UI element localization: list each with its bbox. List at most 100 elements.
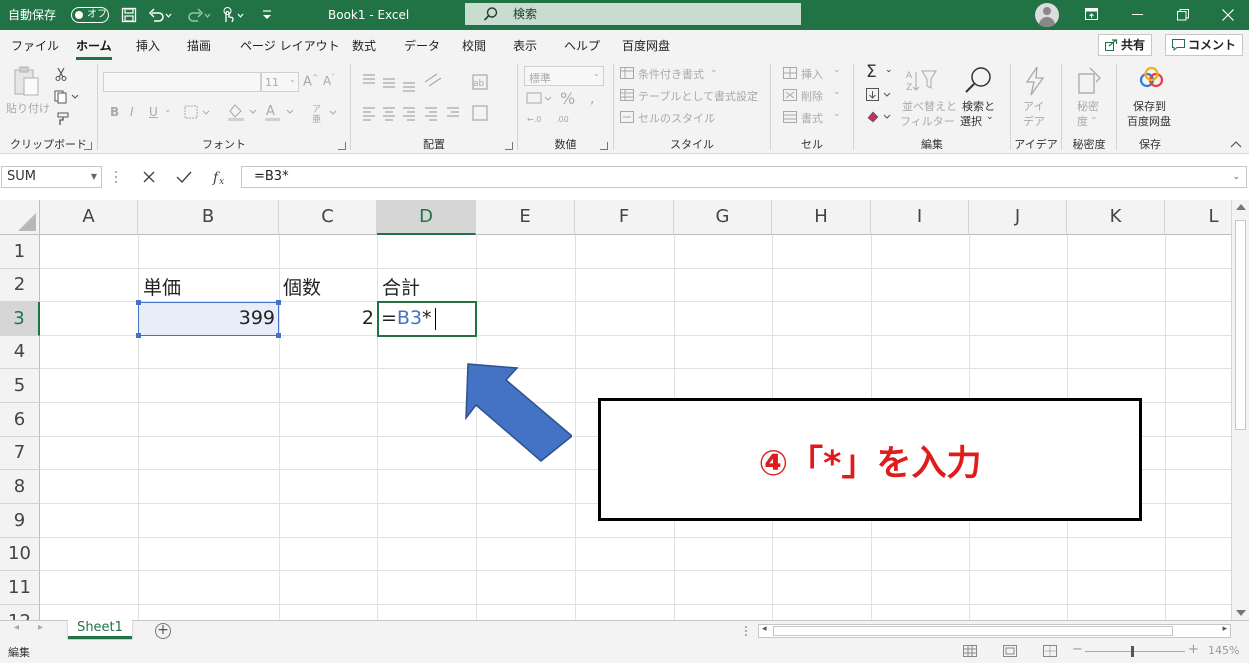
fill-icon[interactable]: [866, 88, 896, 102]
minimize-button[interactable]: [1114, 0, 1160, 30]
save-baidu-label-2[interactable]: 百度网盘: [1127, 113, 1171, 129]
account-avatar[interactable]: [1035, 3, 1059, 27]
bold-icon[interactable]: B: [110, 105, 119, 119]
ideas-label-1[interactable]: アイ: [1023, 98, 1044, 114]
redo-icon[interactable]: [187, 7, 211, 23]
range-handle[interactable]: [276, 300, 281, 305]
number-format-select[interactable]: 標準 ⌄: [524, 66, 604, 86]
ribbon-display-button[interactable]: [1068, 0, 1114, 30]
prev-sheet-icon[interactable]: ◂: [14, 622, 19, 633]
cell-b3[interactable]: 399: [140, 307, 275, 329]
row-header-8[interactable]: 8: [0, 470, 40, 504]
column-header-i[interactable]: I: [871, 200, 969, 235]
undo-icon[interactable]: [148, 7, 172, 23]
delete-cells-label[interactable]: 削除: [801, 88, 823, 104]
delete-cells-icon[interactable]: [783, 89, 797, 101]
column-header-c[interactable]: C: [279, 200, 377, 235]
select-all-button[interactable]: [0, 200, 40, 235]
tab-split-grip-icon[interactable]: [743, 625, 749, 637]
format-cells-label[interactable]: 書式: [801, 110, 823, 126]
search-box[interactable]: 検索: [465, 3, 801, 25]
tab-page-layout[interactable]: ページ レイアウト: [240, 37, 340, 54]
sheet-tab-sheet1[interactable]: Sheet1: [68, 620, 132, 639]
cell-d2[interactable]: 合計: [382, 273, 420, 300]
format-painter-icon[interactable]: [54, 112, 70, 126]
confirm-entry-icon[interactable]: [176, 170, 192, 184]
fill-color-icon[interactable]: [226, 102, 260, 122]
autosave-toggle[interactable]: オフ: [71, 7, 109, 23]
range-handle[interactable]: [136, 333, 141, 338]
underline-icon[interactable]: U: [149, 105, 158, 119]
format-cells-icon[interactable]: [783, 111, 797, 123]
collapse-ribbon-icon[interactable]: [1230, 140, 1242, 148]
customize-toolbar-icon[interactable]: [261, 8, 273, 22]
tab-draw[interactable]: 描画: [187, 37, 211, 54]
copy-icon[interactable]: [54, 90, 80, 104]
font-launcher[interactable]: [338, 142, 346, 150]
insert-cells-label[interactable]: 挿入: [801, 66, 823, 82]
grow-font-icon[interactable]: A^: [303, 73, 319, 89]
tab-view[interactable]: 表示: [513, 37, 537, 54]
clear-icon[interactable]: [866, 110, 896, 124]
tab-insert[interactable]: 挿入: [136, 37, 160, 54]
zoom-slider[interactable]: [1085, 651, 1185, 652]
cell-b2[interactable]: 単価: [143, 273, 181, 300]
row-header-4[interactable]: 4: [0, 336, 40, 369]
row-header-1[interactable]: 1: [0, 235, 40, 269]
font-size-select[interactable]: 11 ⌄: [261, 72, 299, 92]
row-header-10[interactable]: 10: [0, 538, 40, 571]
zoom-out-icon[interactable]: −: [1072, 642, 1083, 657]
phonetic-guide-icon[interactable]: ア 亜: [310, 102, 340, 124]
row-header-5[interactable]: 5: [0, 369, 40, 403]
tab-formulas[interactable]: 数式: [352, 37, 376, 54]
row-header-11[interactable]: 11: [0, 571, 40, 605]
font-color-icon[interactable]: A: [263, 102, 297, 122]
clipboard-launcher[interactable]: [84, 142, 92, 150]
paste-label[interactable]: 貼り付け: [6, 100, 50, 116]
sensitivity-label-2[interactable]: 度: [1077, 113, 1088, 129]
ideas-label-2[interactable]: デア: [1023, 113, 1045, 129]
scroll-left-icon[interactable]: ◂: [762, 624, 767, 634]
cell-c3[interactable]: 2: [281, 307, 374, 329]
tab-file[interactable]: ファイル: [11, 37, 59, 54]
sort-filter-label-1[interactable]: 並べ替えと: [902, 98, 957, 114]
format-as-table-icon[interactable]: [620, 89, 634, 101]
find-select-icon[interactable]: [964, 65, 994, 95]
cell-styles-label[interactable]: セルのスタイル: [638, 110, 715, 126]
name-box-dropdown-icon[interactable]: ▼: [91, 167, 97, 187]
scroll-right-icon[interactable]: ▸: [1222, 624, 1227, 634]
shrink-font-icon[interactable]: A˅: [323, 73, 335, 88]
horizontal-scrollbar[interactable]: ◂ ▸: [758, 624, 1231, 638]
column-header-j[interactable]: J: [969, 200, 1067, 235]
zoom-level[interactable]: 145%: [1208, 644, 1239, 657]
column-header-f[interactable]: F: [575, 200, 674, 235]
save-icon[interactable]: [121, 7, 137, 23]
normal-view-icon[interactable]: [963, 645, 977, 657]
vertical-scroll-thumb[interactable]: [1235, 220, 1246, 430]
sort-filter-label-2[interactable]: フィルター: [900, 113, 955, 129]
close-button[interactable]: [1205, 0, 1249, 30]
conditional-format-icon[interactable]: [620, 67, 634, 79]
cell-styles-icon[interactable]: [620, 111, 634, 123]
baidu-cloud-icon[interactable]: [1137, 66, 1167, 92]
restore-button[interactable]: [1160, 0, 1206, 30]
font-name-select[interactable]: [103, 72, 261, 92]
alignment-launcher[interactable]: [505, 142, 513, 150]
horizontal-scroll-thumb[interactable]: [773, 626, 1173, 636]
tab-baidu[interactable]: 百度网盘: [622, 37, 670, 54]
formula-input[interactable]: =B3* ⌄: [241, 166, 1247, 188]
tab-data[interactable]: データ: [404, 37, 440, 54]
add-sheet-icon[interactable]: +: [155, 623, 171, 639]
touch-mode-icon[interactable]: [220, 6, 246, 24]
format-as-table-label[interactable]: テーブルとして書式設定: [638, 88, 758, 104]
conditional-format-label[interactable]: 条件付き書式: [638, 66, 704, 82]
scroll-up-icon[interactable]: [1236, 204, 1246, 210]
number-launcher[interactable]: [600, 142, 608, 150]
italic-icon[interactable]: I: [130, 105, 134, 119]
page-layout-view-icon[interactable]: [1003, 645, 1017, 657]
alignment-icons[interactable]: ab: [361, 72, 501, 132]
row-header-12[interactable]: 12: [0, 605, 40, 620]
vertical-scrollbar[interactable]: [1231, 200, 1249, 620]
save-baidu-label-1[interactable]: 保存到: [1133, 98, 1166, 114]
cancel-entry-icon[interactable]: [142, 170, 156, 184]
